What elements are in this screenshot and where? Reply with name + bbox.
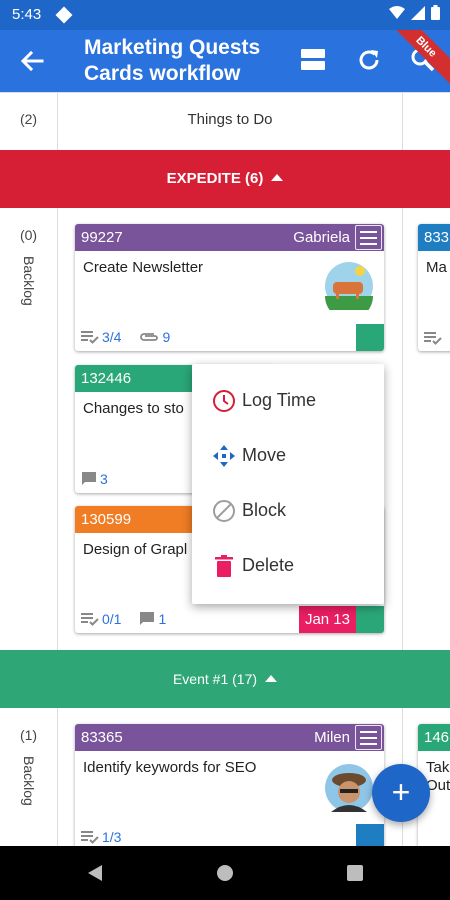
- nav-back-icon[interactable]: [86, 864, 104, 882]
- nav-recents-icon[interactable]: [346, 864, 364, 882]
- app-bar: Marketing Quests Cards workflow Blue: [0, 30, 450, 92]
- lane-title: Event #1 (17): [172, 671, 258, 687]
- card-id: 83365: [81, 729, 123, 746]
- menu-item-move[interactable]: Move: [192, 429, 384, 484]
- checklist-icon: [81, 613, 99, 626]
- title-line-1: Marketing Quests: [84, 36, 261, 59]
- column-title[interactable]: Things to Do: [58, 111, 402, 128]
- system-icons: [389, 5, 440, 20]
- card-partial[interactable]: 833 Ma: [418, 224, 450, 351]
- menu-item-label: Delete: [242, 555, 295, 575]
- column-divider: [402, 92, 403, 150]
- checklist-icon: [424, 332, 442, 345]
- card-header: 833: [418, 224, 450, 251]
- card-menu-button[interactable]: [355, 725, 382, 750]
- system-nav-bar: [0, 846, 450, 900]
- move-arrows-icon: [213, 445, 235, 467]
- card-id: 130599: [81, 511, 132, 528]
- card-header: 146: [418, 724, 450, 751]
- card-header: 83365 Milen: [75, 724, 384, 751]
- lane-header-expedite[interactable]: EXPEDITE (6): [0, 150, 450, 208]
- row-divider: [0, 92, 450, 93]
- block-icon: [213, 500, 235, 522]
- card-footer: [424, 331, 442, 345]
- card-id: 833: [424, 229, 450, 246]
- column-count: (0): [19, 227, 38, 243]
- comment-count: 1: [158, 611, 167, 627]
- kanban-board: (2) Things to Do EXPEDITE (6) (0) Backlo…: [0, 92, 450, 846]
- collapse-caret-icon: [271, 174, 284, 181]
- owner-avatar: [325, 262, 373, 310]
- comment-count: 3: [100, 471, 108, 487]
- menu-item-label: Block: [242, 500, 287, 520]
- attachment-group: 9: [139, 329, 170, 345]
- card-id: 99227: [81, 229, 123, 246]
- view-toggle-icon[interactable]: [300, 47, 326, 73]
- checklist-group: 0/1: [81, 611, 121, 627]
- collapse-caret-icon: [265, 675, 278, 682]
- owner-avatar: [325, 764, 373, 812]
- status-bar: 5:43: [0, 0, 450, 30]
- comment-group: 3: [81, 471, 108, 487]
- wifi-icon: [389, 5, 405, 19]
- card[interactable]: 83365 Milen Identify keywords for SEO 1/…: [75, 724, 384, 846]
- status-time: 5:43: [12, 6, 42, 23]
- column-label-backlog: Backlog: [21, 756, 37, 806]
- nav-home-icon[interactable]: [216, 864, 234, 882]
- card-menu-button[interactable]: [355, 225, 382, 250]
- due-date-badge: Jan 13: [298, 606, 356, 633]
- column-divider: [57, 708, 58, 846]
- column-divider: [402, 208, 403, 650]
- lane-header-event[interactable]: Event #1 (17): [0, 650, 450, 708]
- attachment-count: 9: [162, 329, 171, 345]
- menu-item-label: Log Time: [242, 390, 317, 410]
- notification-icon: [55, 6, 73, 24]
- card-status-strip: [356, 824, 384, 846]
- card-header: 99227 Gabriela: [75, 224, 384, 251]
- refresh-icon[interactable]: [356, 47, 382, 73]
- card-context-menu: Log Time Move Block Delete: [192, 364, 384, 604]
- column-count: (2): [19, 111, 38, 127]
- column-count: (1): [19, 727, 38, 743]
- trash-icon: [215, 555, 233, 577]
- title-line-2: Cards workflow: [84, 62, 241, 85]
- card-status-strip: [356, 324, 384, 351]
- card-title: Ma: [426, 259, 447, 276]
- card-footer: 1/3: [81, 829, 135, 845]
- add-card-button[interactable]: +: [372, 764, 430, 822]
- battery-icon: [431, 5, 440, 20]
- menu-item-log-time[interactable]: Log Time: [192, 374, 384, 429]
- page-title: Marketing Quests Cards workflow: [84, 35, 260, 87]
- card-footer: 3: [81, 471, 122, 487]
- clock-icon: [213, 390, 235, 412]
- comment-group: 1: [139, 611, 166, 627]
- plus-icon: +: [391, 774, 411, 810]
- card-owner: Gabriela: [293, 229, 350, 246]
- checklist-group: 1/3: [81, 829, 121, 845]
- card-owner: Milen: [314, 729, 350, 746]
- checklist-count: 3/4: [102, 329, 122, 345]
- card[interactable]: 99227 Gabriela Create Newsletter 3/4 9: [75, 224, 384, 351]
- card-status-strip: [356, 606, 384, 633]
- menu-item-label: Move: [242, 445, 287, 465]
- checklist-group: 3/4: [81, 329, 121, 345]
- checklist-icon: [81, 331, 99, 344]
- column-label-backlog: Backlog: [21, 256, 37, 306]
- checklist-icon: [81, 831, 99, 844]
- column-divider: [57, 208, 58, 650]
- comment-icon: [82, 472, 96, 485]
- checklist-count: 1/3: [102, 829, 122, 845]
- attachment-icon: [140, 333, 159, 341]
- menu-item-block[interactable]: Block: [192, 484, 384, 539]
- signal-icon: [411, 5, 425, 20]
- lane-title: EXPEDITE (6): [166, 170, 264, 187]
- card-id: 146: [424, 729, 450, 746]
- comment-icon: [140, 612, 155, 625]
- card-footer: 3/4 9: [81, 329, 184, 345]
- checklist-count: 0/1: [102, 611, 122, 627]
- menu-item-delete[interactable]: Delete: [192, 539, 384, 594]
- card-id: 132446: [81, 370, 132, 387]
- back-arrow-icon[interactable]: [18, 47, 46, 75]
- card-footer: 0/1 1: [81, 611, 180, 627]
